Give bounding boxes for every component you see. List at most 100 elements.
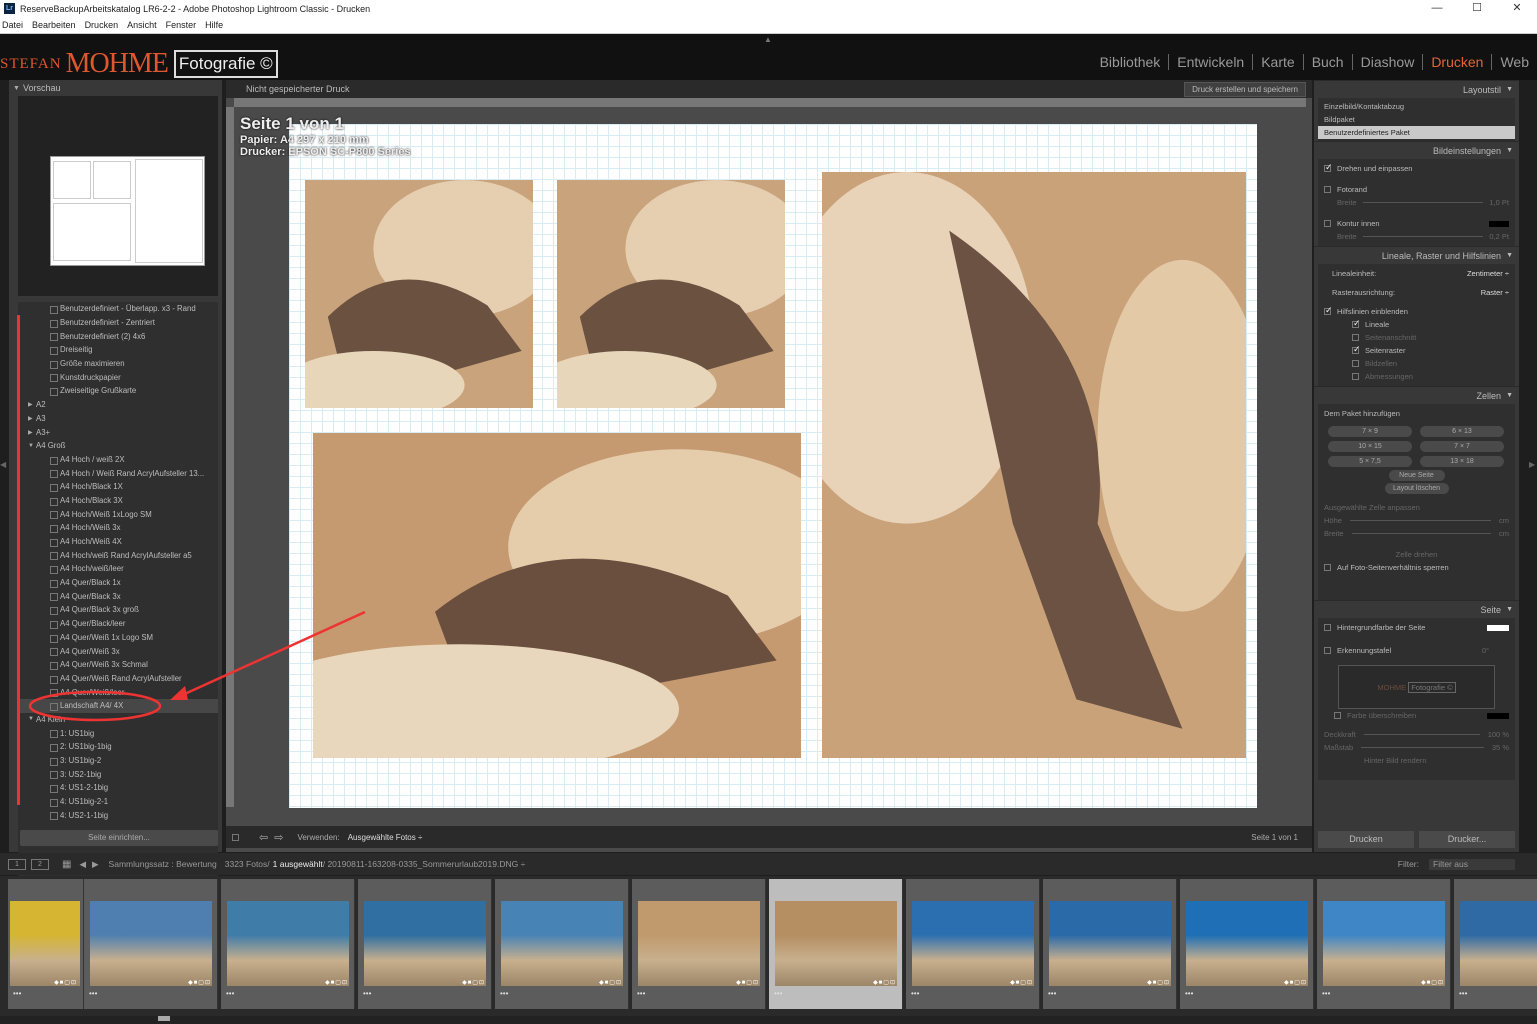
module-entwickeln[interactable]: Entwickeln [1169,54,1254,70]
filmstrip-thumbnail[interactable]: •••◆■▢⊡ [1180,879,1314,1009]
template-item[interactable]: Zweiseitige Grußkarte [18,384,218,398]
zellen-header[interactable]: Zellen [1314,386,1519,404]
kontur-breite-slider[interactable] [1362,236,1484,237]
filmstrip-thumbnail[interactable]: •••◆■▢⊡ [1454,879,1537,1009]
erkennungstafel-preview[interactable]: MOHME Fotografie © [1338,665,1495,709]
cell-10x15-button[interactable]: 10 × 15 [1328,441,1412,452]
module-web[interactable]: Web [1492,54,1537,70]
filmstrip-thumbnail[interactable]: •••◆■▢⊡ [221,879,355,1009]
menu-bearbeiten[interactable]: Bearbeiten [32,20,76,30]
neue-seite-button[interactable]: Neue Seite [1388,470,1445,481]
template-item[interactable]: A4 Hoch/Weiß 3x [18,521,218,535]
seitenanschnitt-checkbox[interactable] [1352,334,1359,341]
filmstrip-scrollbar[interactable] [0,1016,1537,1024]
bildzellen-checkbox[interactable] [1352,360,1359,367]
rasterausrichtung-select[interactable]: Raster ÷ [1481,288,1509,297]
filmstrip-thumbnail[interactable]: •••◆■▢⊡ [906,879,1040,1009]
template-item[interactable]: Kunstdruckpapier [18,370,218,384]
page-setup-button[interactable]: Seite einrichten... [20,830,218,846]
template-item[interactable]: 3: US1big-2 [18,754,218,768]
template-item[interactable]: A4 Hoch/weiß/leer [18,562,218,576]
filmstrip-thumbnail[interactable]: •••◆■▢⊡ [358,879,492,1009]
template-item[interactable]: A4 Hoch / weiß 2X [18,453,218,467]
page-checkbox[interactable] [232,833,239,841]
filter-select[interactable]: Filter aus [1429,858,1515,870]
template-item[interactable]: A4 Quer/Weiß Rand AcrylAufsteller [18,672,218,686]
filmstrip-thumbnail[interactable]: •••◆■▢⊡ [8,879,84,1009]
menu-ansicht[interactable]: Ansicht [127,20,157,30]
seitenverh-checkbox[interactable] [1324,564,1331,571]
filmstrip-thumbnail[interactable]: •••◆■▢⊡ [84,879,218,1009]
template-item[interactable]: A4 Quer/Weiß 1x Logo SM [18,631,218,645]
menu-hilfe[interactable]: Hilfe [205,20,223,30]
prev-page-arrow-icon[interactable]: ⇦ [259,831,268,844]
drehen-checkbox[interactable] [1324,162,1333,173]
print-cell-photo-3[interactable] [313,433,801,758]
forward-arrow-icon[interactable]: ▶ [92,859,99,870]
zelle-drehen-button[interactable]: Zelle drehen [1324,548,1509,561]
lineale-checkbox[interactable] [1352,318,1361,329]
hoehe-slider[interactable] [1349,520,1491,521]
style-einzelbild[interactable]: Einzelbild/Kontaktabzug [1324,100,1509,113]
template-item[interactable]: A4 Quer/Weiß/leer [18,685,218,699]
template-item[interactable]: A4 Quer/Black 3x [18,589,218,603]
linealeinheit-select[interactable]: Zentimeter ÷ [1467,269,1509,278]
template-folder[interactable]: ▼ A4 Klein [18,713,218,727]
template-item[interactable]: 2: US1big-1big [18,740,218,754]
module-diashow[interactable]: Diashow [1353,54,1424,70]
minimize-button[interactable]: — [1417,0,1457,17]
lineale-header[interactable]: Lineale, Raster und Hilfslinien [1314,246,1519,264]
template-item[interactable]: Dreiseitig [18,343,218,357]
disclosure-open-icon[interactable]: ▼ [28,716,34,722]
template-item[interactable]: A4 Quer/Black/leer [18,617,218,631]
disclosure-closed-icon[interactable]: ▶ [28,429,33,436]
template-item[interactable]: Benutzerdefiniert - Zentriert [18,316,218,330]
style-benutzerdefiniert[interactable]: Benutzerdefiniertes Paket [1318,126,1515,139]
template-item[interactable]: 4: US1big-2-1 [18,795,218,809]
filmstrip-thumbnail[interactable]: •••◆■▢⊡ [1043,879,1177,1009]
farbe-checkbox[interactable] [1334,712,1341,719]
collapse-left-arrow-icon[interactable]: ◀ [0,460,6,469]
hintergrund-color-swatch[interactable] [1487,624,1509,631]
maximize-button[interactable]: ☐ [1457,0,1497,17]
cell-7x7-button[interactable]: 7 × 7 [1420,441,1504,452]
template-item[interactable]: 1: US1big [18,726,218,740]
template-item[interactable]: A4 Quer/Weiß 3x Schmal [18,658,218,672]
farbe-swatch[interactable] [1487,712,1509,719]
template-folder[interactable]: ▼ A4 Groß [18,439,218,453]
print-cell-photo-1[interactable] [305,180,533,408]
kontur-color-swatch[interactable] [1489,220,1509,227]
menu-fenster[interactable]: Fenster [166,20,197,30]
deckkraft-slider[interactable] [1363,734,1480,735]
template-item[interactable]: Benutzerdefiniert (2) 4x6 [18,329,218,343]
module-drucken[interactable]: Drucken [1423,54,1493,70]
filmstrip-thumbnail[interactable]: •••◆■▢⊡ [1317,879,1451,1009]
template-item[interactable]: A4 Hoch/Black 3X [18,494,218,508]
drucken-button[interactable]: Drucken [1318,831,1414,848]
seite-header[interactable]: Seite [1314,600,1519,618]
template-item[interactable]: A4 Hoch/Weiß 1xLogo SM [18,507,218,521]
hintergrund-checkbox[interactable] [1324,624,1331,631]
abmessungen-checkbox[interactable] [1352,373,1359,380]
module-buch[interactable]: Buch [1304,54,1353,70]
create-saved-print-button[interactable]: Druck erstellen und speichern [1184,82,1306,97]
template-item[interactable]: A4 Hoch/Black 1X [18,480,218,494]
disclosure-open-icon[interactable]: ▼ [28,443,34,449]
secondary-window-button[interactable]: 2 [31,858,49,870]
drucker-button[interactable]: Drucker... [1419,831,1515,848]
cell-5x75-button[interactable]: 5 × 7,5 [1328,456,1412,467]
layout-loeschen-button[interactable]: Layout löschen [1384,483,1449,494]
selected-filename[interactable]: / 20190811-163208-0335_Sommerurlaub2019.… [323,859,526,869]
menu-drucken[interactable]: Drucken [85,20,119,30]
filmstrip-thumbnail[interactable]: •••◆■▢⊡ [632,879,766,1009]
source-path[interactable]: Sammlungssatz : Bewertung [109,859,217,869]
next-page-arrow-icon[interactable]: ⇨ [274,831,283,844]
template-item[interactable]: 4: US2-1-1big [18,808,218,822]
menu-datei[interactable]: Datei [2,20,23,30]
filmstrip-thumbnail[interactable]: •••◆■▢⊡ [769,879,903,1009]
template-item[interactable]: A4 Hoch / Weiß Rand AcrylAufsteller 13..… [18,466,218,480]
template-item[interactable]: 3: US2-1big [18,767,218,781]
bildeinstellungen-header[interactable]: Bildeinstellungen [1314,141,1519,159]
cell-13x18-button[interactable]: 13 × 18 [1420,456,1504,467]
template-item[interactable]: Benutzerdefiniert - Überlapp. x3 - Rand [18,302,218,316]
